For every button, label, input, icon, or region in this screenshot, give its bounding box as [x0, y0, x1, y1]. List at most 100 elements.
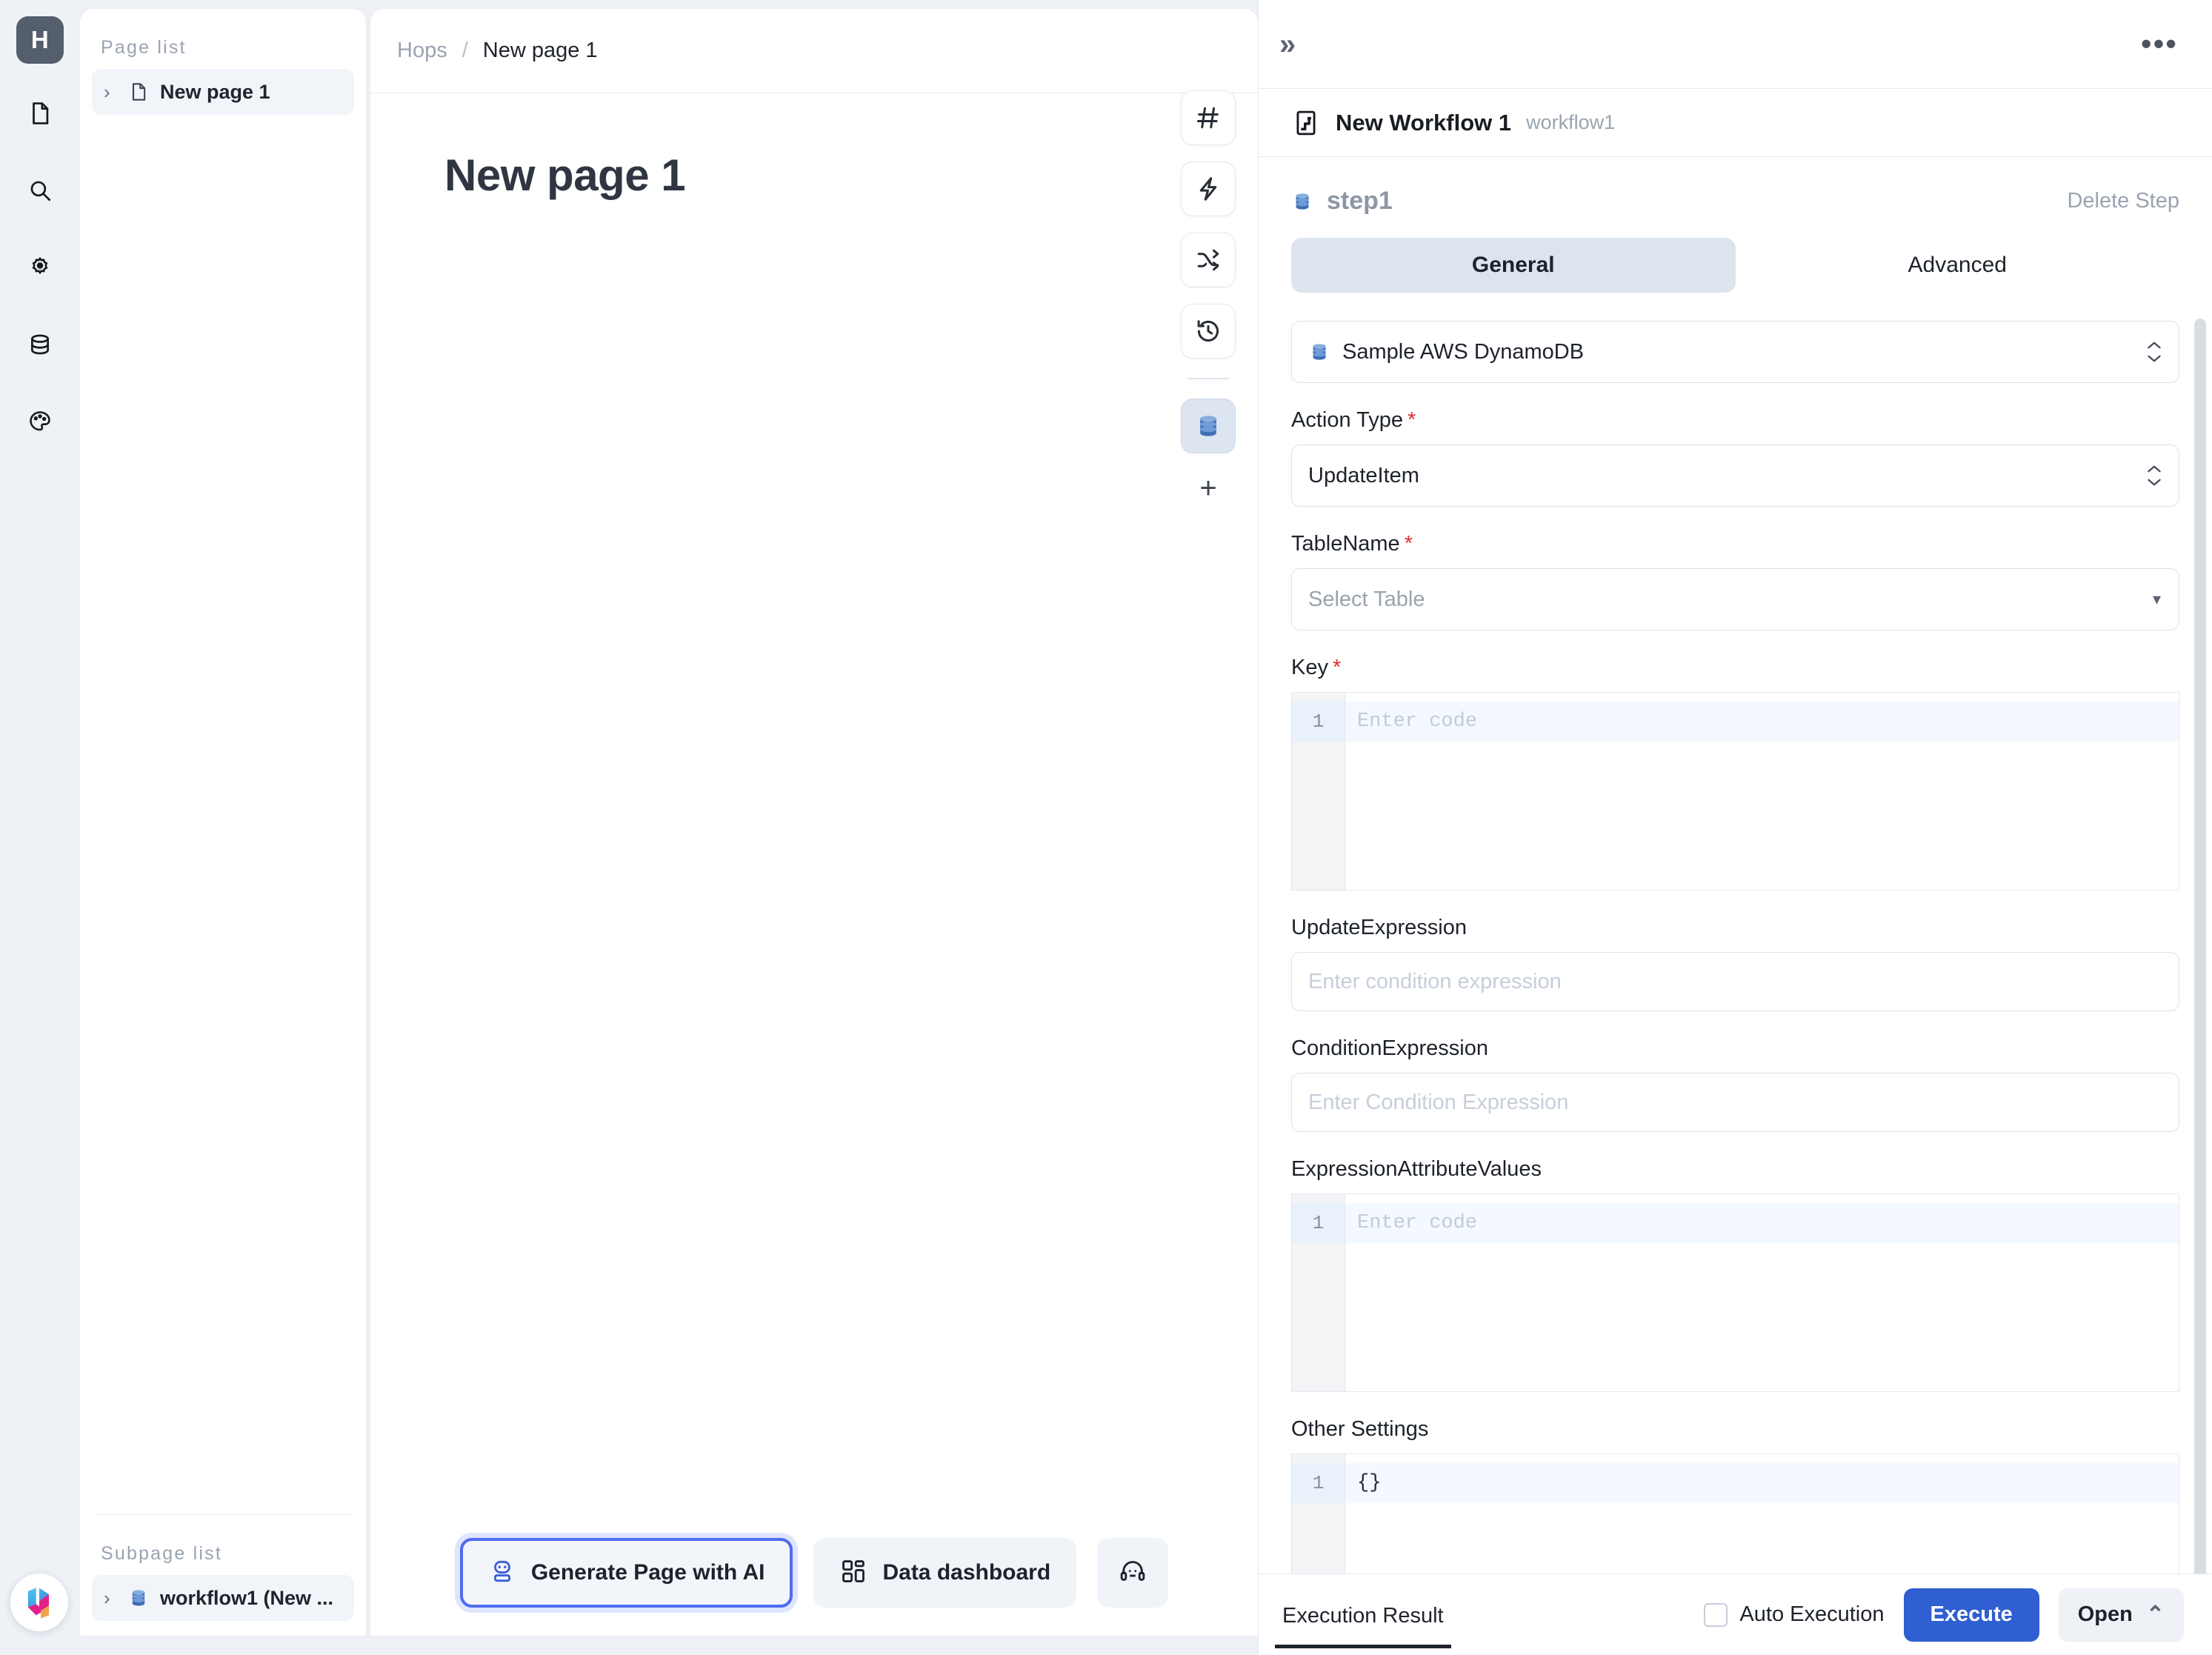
page-list-item-new-page-1[interactable]: › New page 1 [92, 69, 354, 115]
generate-page-with-ai-button[interactable]: Generate Page with AI [459, 1538, 793, 1608]
required-marker: * [1408, 408, 1416, 432]
step-header: step1 Delete Step [1291, 157, 2179, 238]
auto-execution-label: Auto Execution [1739, 1602, 1885, 1626]
chevron-double-right-icon[interactable]: » [1279, 30, 1296, 59]
canvas-bottom-toolbar: Generate Page with AI Data dashboard [370, 1525, 1258, 1636]
table-name-label: TableName * [1291, 532, 2179, 556]
key-code-editor[interactable]: 1 Enter code [1291, 692, 2179, 890]
breadcrumb-root[interactable]: Hops [397, 39, 447, 63]
more-options-icon[interactable]: ••• [2141, 28, 2178, 59]
workflow-panel-scrollbar[interactable] [2194, 319, 2206, 1574]
workflow-slug: workflow1 [1526, 111, 1616, 133]
tab-general[interactable]: General [1291, 238, 1736, 293]
hash-icon[interactable] [1181, 90, 1236, 145]
page-list-label: Page list [101, 37, 187, 58]
file-icon [127, 81, 150, 103]
page-list-spacer [80, 115, 366, 1514]
condition-expression-input[interactable]: Enter Condition Expression [1291, 1073, 2179, 1132]
breadcrumb-separator: / [462, 39, 468, 62]
history-icon[interactable] [1181, 304, 1236, 359]
code-body[interactable]: Enter code [1345, 1194, 2179, 1391]
breadcrumb-current: New page 1 [482, 39, 598, 62]
page-list-section: Page list › New page 1 [80, 9, 366, 115]
key-code-placeholder: Enter code [1345, 702, 2179, 742]
workflow-icon [1291, 108, 1321, 138]
step-name: step1 [1327, 187, 1393, 215]
condition-expression-label: ConditionExpression [1291, 1036, 1488, 1060]
breadcrumb: Hops / New page 1 [370, 9, 1258, 93]
workflow-form-scroll: step1 Delete Step General Advanced Sampl… [1259, 157, 2212, 1574]
page-list-panel: Page list › New page 1 Subpage list › wo… [80, 9, 366, 1636]
dashboard-icon [839, 1557, 867, 1589]
lightning-icon[interactable] [1181, 161, 1236, 216]
delete-step-button[interactable]: Delete Step [2067, 189, 2179, 213]
headset-icon [1119, 1557, 1147, 1589]
code-gutter: 1 [1292, 693, 1345, 890]
expression-attribute-values-label: ExpressionAttributeValues [1291, 1157, 1542, 1181]
canvas-tool-palette: + [1181, 90, 1236, 507]
expression-attribute-values-code-editor[interactable]: 1 Enter code [1291, 1193, 2179, 1392]
resource-select[interactable]: Sample AWS DynamoDB [1291, 321, 2179, 383]
search-icon[interactable] [17, 167, 63, 213]
chevron-double-up-icon[interactable]: ⌃ [2146, 1602, 2165, 1628]
database-icon[interactable] [1181, 399, 1236, 453]
step-tabs: General Advanced [1291, 238, 2179, 293]
workflow-panel-topbar: » ••• [1259, 0, 2212, 89]
document-icon[interactable] [17, 90, 63, 136]
key-label-text: Key [1291, 656, 1328, 679]
data-dashboard-button[interactable]: Data dashboard [813, 1538, 1077, 1608]
auto-execution-checkbox[interactable] [1704, 1602, 1728, 1627]
subpage-list-item-label: workflow1 (New ... [160, 1586, 334, 1609]
divider [1187, 378, 1229, 379]
chevron-down-icon[interactable]: ▾ [2153, 590, 2161, 609]
tab-execution-result[interactable]: Execution Result [1275, 1604, 1451, 1648]
auto-execution-toggle[interactable]: Auto Execution [1704, 1602, 1885, 1627]
open-result-button[interactable]: Open ⌃ [2058, 1588, 2184, 1642]
condition-expression-placeholder: Enter Condition Expression [1308, 1090, 1569, 1114]
line-number: 1 [1292, 702, 1345, 742]
chevron-right-icon[interactable]: › [104, 1588, 117, 1608]
page-list-item-label: New page 1 [160, 80, 270, 103]
step-identity: step1 [1291, 187, 1393, 216]
palette-icon[interactable] [17, 399, 63, 444]
hops-logo[interactable] [10, 1574, 68, 1631]
other-settings-label: Other Settings [1291, 1417, 1429, 1441]
update-expression-placeholder: Enter condition expression [1308, 969, 1562, 993]
execute-button[interactable]: Execute [1903, 1588, 2039, 1642]
table-name-select[interactable]: Select Table ▾ [1291, 568, 2179, 630]
gear-icon[interactable] [17, 244, 63, 290]
chevron-right-icon[interactable]: › [104, 82, 117, 101]
action-type-select[interactable]: UpdateItem [1291, 444, 2179, 507]
required-marker: * [1332, 656, 1342, 679]
subpage-list-label: Subpage list [101, 1543, 222, 1564]
add-tool-button[interactable]: + [1181, 470, 1236, 507]
code-gutter: 1 [1292, 1194, 1345, 1391]
shuffle-icon[interactable] [1181, 233, 1236, 287]
update-expression-input[interactable]: Enter condition expression [1291, 952, 2179, 1011]
left-icon-rail: H [0, 0, 80, 1655]
action-type-label-text: Action Type [1291, 408, 1404, 432]
robot-icon [488, 1557, 516, 1589]
line-number: 1 [1292, 1203, 1345, 1243]
workspace-logo-button[interactable]: H [16, 16, 64, 64]
stepper-arrows-icon[interactable] [2146, 464, 2162, 487]
data-dashboard-label: Data dashboard [882, 1560, 1051, 1585]
expression-attribute-values-placeholder: Enter code [1345, 1203, 2179, 1243]
required-marker: * [1404, 532, 1413, 556]
code-body[interactable]: {} [1345, 1454, 2179, 1574]
generate-page-with-ai-label: Generate Page with AI [530, 1560, 765, 1585]
execution-bar: Execution Result Auto Execution Execute … [1259, 1574, 2212, 1655]
stepper-arrows-icon[interactable] [2146, 341, 2162, 364]
database-icon[interactable] [17, 322, 63, 367]
dynamodb-icon [1291, 190, 1313, 213]
page-canvas: Hops / New page 1 New page 1 + Generate … [370, 9, 1258, 1636]
tab-advanced[interactable]: Advanced [1736, 238, 2180, 293]
code-body[interactable]: Enter code [1345, 693, 2179, 890]
subpage-list-item-workflow1[interactable]: › workflow1 (New ... [92, 1575, 354, 1621]
code-gutter: 1 [1292, 1454, 1345, 1574]
action-type-label: Action Type * [1291, 408, 2179, 433]
support-button[interactable] [1097, 1538, 1169, 1608]
other-settings-code-editor[interactable]: 1 {} [1291, 1453, 2179, 1574]
update-expression-label: UpdateExpression [1291, 916, 1467, 939]
table-name-label-text: TableName [1291, 532, 1400, 556]
